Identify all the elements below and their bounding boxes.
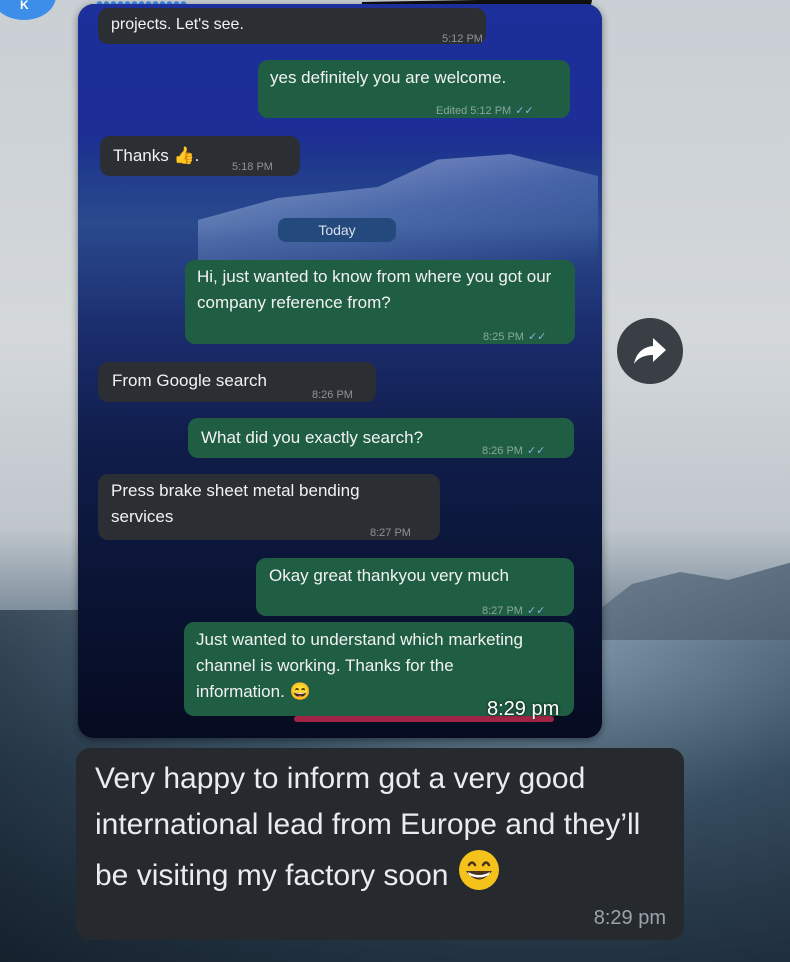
- grinning-face-icon: 😄: [289, 682, 311, 701]
- quoted-image-time: 8:29 pm: [487, 698, 560, 720]
- reply-message-bubble[interactable]: Very happy to inform got a very good int…: [76, 748, 684, 940]
- quoted-screenshot[interactable]: projects. Let's see. 5:12 PM yes definit…: [78, 4, 602, 738]
- message-time: 8:25 PM: [483, 331, 524, 343]
- message-text: Okay great thankyou very much: [269, 566, 510, 585]
- reply-message-time: 8:29 pm: [593, 907, 666, 929]
- message-text: Hi, just wanted to know from where you g…: [197, 267, 552, 312]
- double-check-icon: ✓✓: [526, 445, 546, 457]
- message-time: 5:12 PM: [442, 33, 483, 45]
- chat-bubble-incoming[interactable]: Thanks 👍. 5:18 PM: [100, 136, 300, 176]
- avatar-badge[interactable]: K: [0, 0, 56, 20]
- double-check-icon: ✓✓: [527, 331, 547, 343]
- message-time: 5:18 PM: [232, 161, 273, 173]
- chat-bubble-outgoing[interactable]: What did you exactly search? 8:26 PM ✓✓: [188, 418, 574, 458]
- reply-message-text-container: Very happy to inform got a very good int…: [95, 756, 655, 906]
- chat-bubble-outgoing[interactable]: Hi, just wanted to know from where you g…: [185, 260, 575, 344]
- message-text: projects. Let's see.: [111, 16, 244, 33]
- grinning-face-icon: [457, 848, 501, 906]
- message-text: Just wanted to understand which marketin…: [196, 630, 523, 701]
- double-check-icon: ✓✓: [515, 105, 534, 117]
- message-text: yes definitely you are welcome.: [270, 68, 507, 87]
- chat-bubble-outgoing[interactable]: yes definitely you are welcome. Edited 5…: [258, 60, 570, 118]
- message-text: Thanks: [113, 146, 169, 165]
- message-time: 8:27 PM: [482, 605, 523, 617]
- message-text: From Google search: [112, 371, 267, 390]
- message-suffix: .: [194, 146, 200, 165]
- forward-button[interactable]: [617, 318, 683, 384]
- message-text: Press brake sheet metal bending services: [111, 481, 360, 526]
- thumbs-up-icon: 👍: [173, 146, 195, 165]
- message-time: Edited 5:12 PM: [436, 105, 512, 117]
- message-time: 8:26 PM: [312, 389, 353, 401]
- message-time: 8:26 PM: [482, 445, 523, 457]
- chat-bubble-incoming[interactable]: From Google search 8:26 PM: [98, 362, 376, 402]
- chat-bubble-incoming[interactable]: Press brake sheet metal bending services…: [98, 474, 440, 540]
- reply-message-text: Very happy to inform got a very good int…: [95, 762, 641, 892]
- message-text: What did you exactly search?: [201, 428, 424, 447]
- chat-bubble-incoming[interactable]: projects. Let's see. 5:12 PM: [98, 8, 486, 45]
- share-forward-icon: [634, 338, 666, 364]
- chat-bubble-outgoing[interactable]: Okay great thankyou very much 8:27 PM ✓✓: [256, 558, 574, 617]
- date-divider: Today: [278, 218, 396, 242]
- double-check-icon: ✓✓: [526, 605, 546, 617]
- message-time: 8:27 PM: [370, 527, 411, 539]
